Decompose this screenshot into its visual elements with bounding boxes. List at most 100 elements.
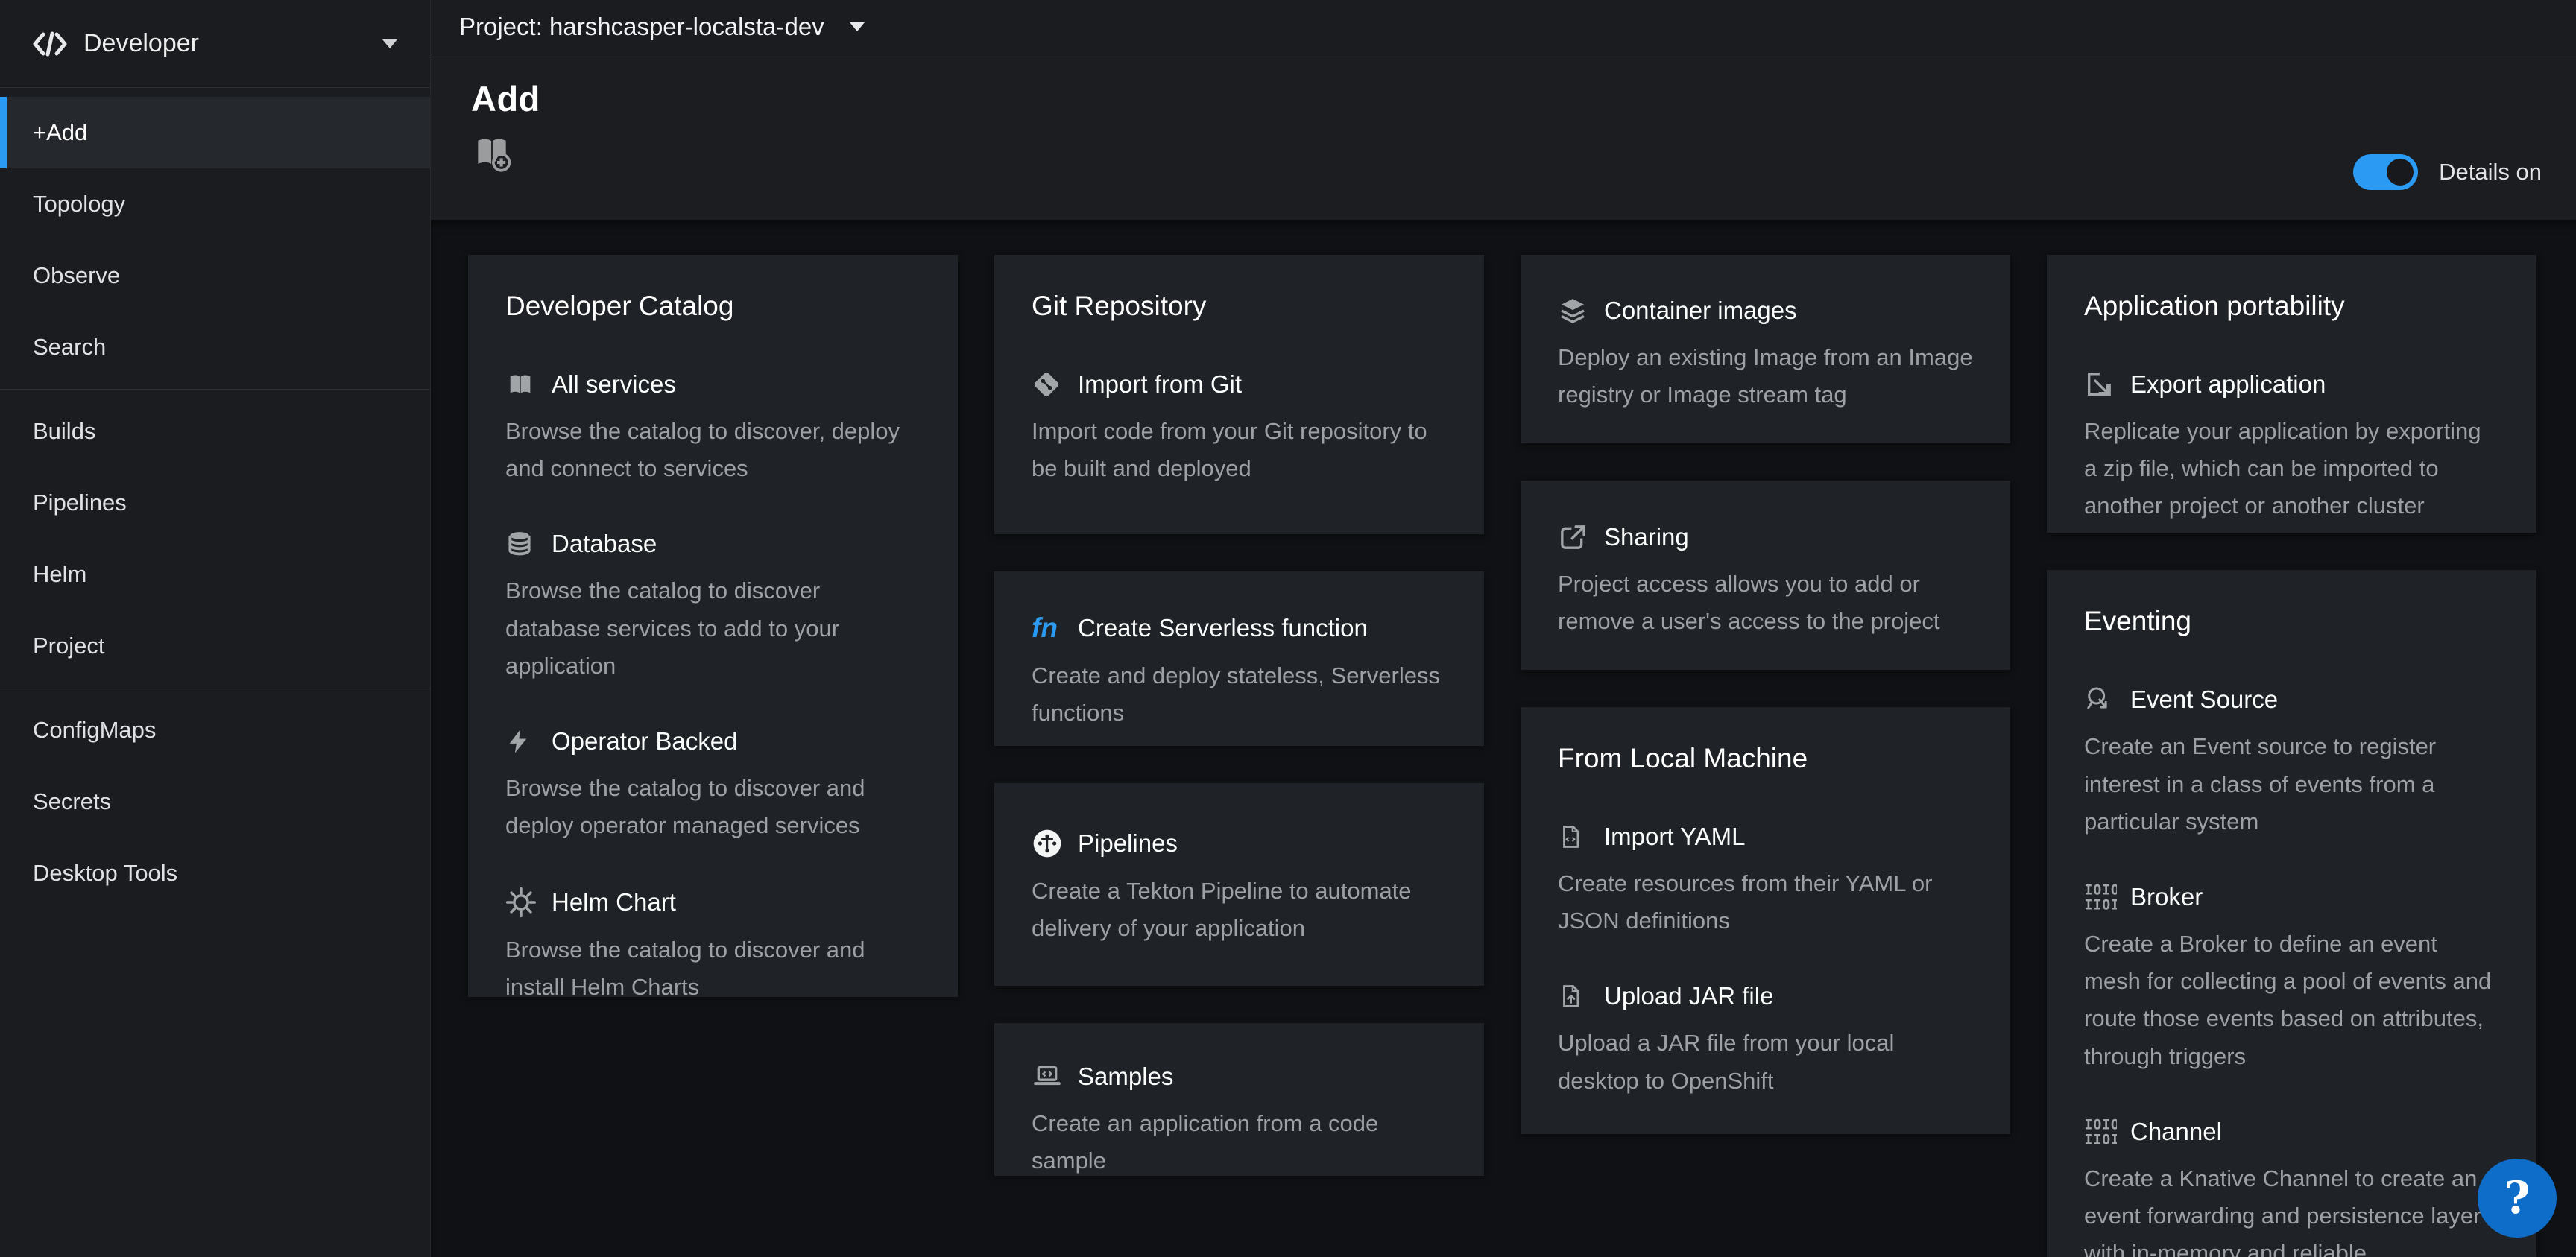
sidebar-nav: +Add Topology Observe Search Builds Pipe… <box>0 88 430 909</box>
project-selector[interactable]: Project: harshcasper-localsta-dev <box>431 0 2576 54</box>
book-icon <box>505 370 538 399</box>
card-title: Application portability <box>2084 291 2499 322</box>
item-title: Helm Chart <box>552 888 676 916</box>
item-description: Browse the catalog to discover and deplo… <box>505 770 921 844</box>
code-icon <box>33 31 67 57</box>
yaml-file-icon <box>1558 822 1591 852</box>
sidebar: Developer +Add Topology Observe Search B… <box>0 0 431 1257</box>
item-title: Import from Git <box>1078 370 1242 399</box>
item-helm-chart[interactable]: Helm Chart Browse the catalog to discove… <box>505 887 921 997</box>
item-description: Create an Event source to register inter… <box>2084 728 2499 840</box>
item-title: Broker <box>2130 883 2203 911</box>
item-samples[interactable]: Samples Create an application from a cod… <box>1032 1062 1447 1176</box>
item-operator-backed[interactable]: Operator Backed Browse the catalog to di… <box>505 726 921 844</box>
project-selector-label: Project: harshcasper-localsta-dev <box>459 13 824 41</box>
card-git-repository: Git Repository Import from Git Import co… <box>994 255 1484 534</box>
layers-icon <box>1558 296 1591 326</box>
item-import-yaml[interactable]: Import YAML Create resources from their … <box>1558 822 1973 940</box>
broker-icon: IOIOIIOII <box>2084 882 2117 912</box>
channel-icon: IOIOIIOII <box>2084 1117 2117 1147</box>
fn-icon: fn <box>1032 612 1064 644</box>
item-upload-jar-file[interactable]: Upload JAR file Upload a JAR file from y… <box>1558 981 1973 1099</box>
item-pipelines[interactable]: Pipelines Create a Tekton Pipeline to au… <box>1032 828 1447 947</box>
git-icon <box>1032 370 1064 399</box>
item-description: Browse the catalog to discover and insta… <box>505 931 921 997</box>
sidebar-item-observe[interactable]: Observe <box>0 240 430 311</box>
perspective-label: Developer <box>83 29 199 58</box>
item-sharing[interactable]: Sharing Project access allows you to add… <box>1558 522 1973 640</box>
item-all-services[interactable]: All services Browse the catalog to disco… <box>505 370 921 487</box>
item-description: Create resources from their YAML or JSON… <box>1558 865 1973 940</box>
item-title: All services <box>552 370 676 399</box>
sidebar-item-search[interactable]: Search <box>0 311 430 383</box>
item-event-source[interactable]: Event Source Create an Event source to r… <box>2084 685 2499 840</box>
sidebar-divider <box>0 389 430 390</box>
item-database[interactable]: Database Browse the catalog to discover … <box>505 529 921 685</box>
sidebar-item-pipelines[interactable]: Pipelines <box>0 467 430 539</box>
grid-column-1: Developer Catalog All services Browse th… <box>468 255 958 1257</box>
details-toggle[interactable] <box>2353 154 2418 190</box>
item-title: Samples <box>1078 1063 1173 1091</box>
grid-column-3: Container images Deploy an existing Imag… <box>1521 255 2010 1257</box>
item-container-images[interactable]: Container images Deploy an existing Imag… <box>1558 296 1973 414</box>
sidebar-item-builds[interactable]: Builds <box>0 396 430 467</box>
card-application-portability: Application portability Export applicati… <box>2047 255 2536 533</box>
sidebar-item-project[interactable]: Project <box>0 610 430 682</box>
card-title: Git Repository <box>1032 291 1447 322</box>
item-description: Create an application from a code sample <box>1032 1105 1447 1176</box>
card-developer-catalog: Developer Catalog All services Browse th… <box>468 255 958 997</box>
item-description: Browse the catalog to discover, deploy a… <box>505 413 921 487</box>
main-column: Project: harshcasper-localsta-dev Add De… <box>431 0 2576 1257</box>
card-title: Developer Catalog <box>505 291 921 322</box>
card-from-local-machine: From Local Machine Import YAML Create re… <box>1521 707 2010 1134</box>
question-mark-icon: ? <box>2504 1172 2530 1224</box>
item-broker[interactable]: IOIOIIOII Broker Create a Broker to defi… <box>2084 882 2499 1075</box>
item-import-from-git[interactable]: Import from Git Import code from your Gi… <box>1032 370 1447 487</box>
card-title: From Local Machine <box>1558 743 1973 774</box>
sidebar-item-topology[interactable]: Topology <box>0 168 430 240</box>
catalog-plus-icon[interactable] <box>471 131 513 173</box>
item-description: Import code from your Git repository to … <box>1032 413 1447 487</box>
sidebar-item-add[interactable]: +Add <box>0 97 430 168</box>
item-description: Create and deploy stateless, Serverless … <box>1032 657 1447 732</box>
item-description: Create a Broker to define an event mesh … <box>2084 925 2499 1075</box>
upload-file-icon <box>1558 981 1591 1011</box>
export-icon <box>2084 370 2117 399</box>
details-toggle-label: Details on <box>2439 159 2542 186</box>
share-icon <box>1558 522 1591 552</box>
help-button[interactable]: ? <box>2478 1159 2557 1238</box>
helm-icon <box>505 887 538 918</box>
details-toggle-knob <box>2387 159 2414 186</box>
page-title: Add <box>471 78 2542 119</box>
item-title: Upload JAR file <box>1604 982 1773 1010</box>
item-description: Replicate your application by exporting … <box>2084 413 2499 525</box>
item-title: Import YAML <box>1604 823 1746 851</box>
event-source-icon <box>2084 685 2117 715</box>
sidebar-item-desktop-tools[interactable]: Desktop Tools <box>0 838 430 909</box>
sidebar-item-configmaps[interactable]: ConfigMaps <box>0 694 430 766</box>
sidebar-item-helm[interactable]: Helm <box>0 539 430 610</box>
card-samples: Samples Create an application from a cod… <box>994 1023 1484 1176</box>
item-description: Project access allows you to add or remo… <box>1558 566 1973 640</box>
sidebar-item-secrets[interactable]: Secrets <box>0 766 430 838</box>
page-header: Add Details on <box>431 54 2576 220</box>
card-serverless-function: fn Create Serverless function Create and… <box>994 571 1484 746</box>
card-container-images: Container images Deploy an existing Imag… <box>1521 255 2010 443</box>
item-title: Export application <box>2130 370 2326 399</box>
details-toggle-group: Details on <box>2353 154 2542 190</box>
item-description: Browse the catalog to discover database … <box>505 572 921 685</box>
item-create-serverless-function[interactable]: fn Create Serverless function Create and… <box>1032 612 1447 732</box>
card-sharing: Sharing Project access allows you to add… <box>1521 481 2010 670</box>
card-title: Eventing <box>2084 606 2499 637</box>
perspective-switcher[interactable]: Developer <box>0 0 430 88</box>
item-title: Sharing <box>1604 523 1689 551</box>
tekton-pipelines-icon <box>1032 828 1064 859</box>
item-title: Create Serverless function <box>1078 614 1368 642</box>
item-title: Event Source <box>2130 686 2278 714</box>
grid-column-2: Git Repository Import from Git Import co… <box>994 255 1484 1257</box>
item-channel[interactable]: IOIOIIOII Channel Create a Knative Chann… <box>2084 1117 2499 1257</box>
item-export-application[interactable]: Export application Replicate your applic… <box>2084 370 2499 525</box>
item-description: Upload a JAR file from your local deskto… <box>1558 1025 1973 1099</box>
card-eventing: Eventing Event Source Create an Event so… <box>2047 570 2536 1257</box>
add-page-card-grid: Developer Catalog All services Browse th… <box>431 220 2576 1257</box>
